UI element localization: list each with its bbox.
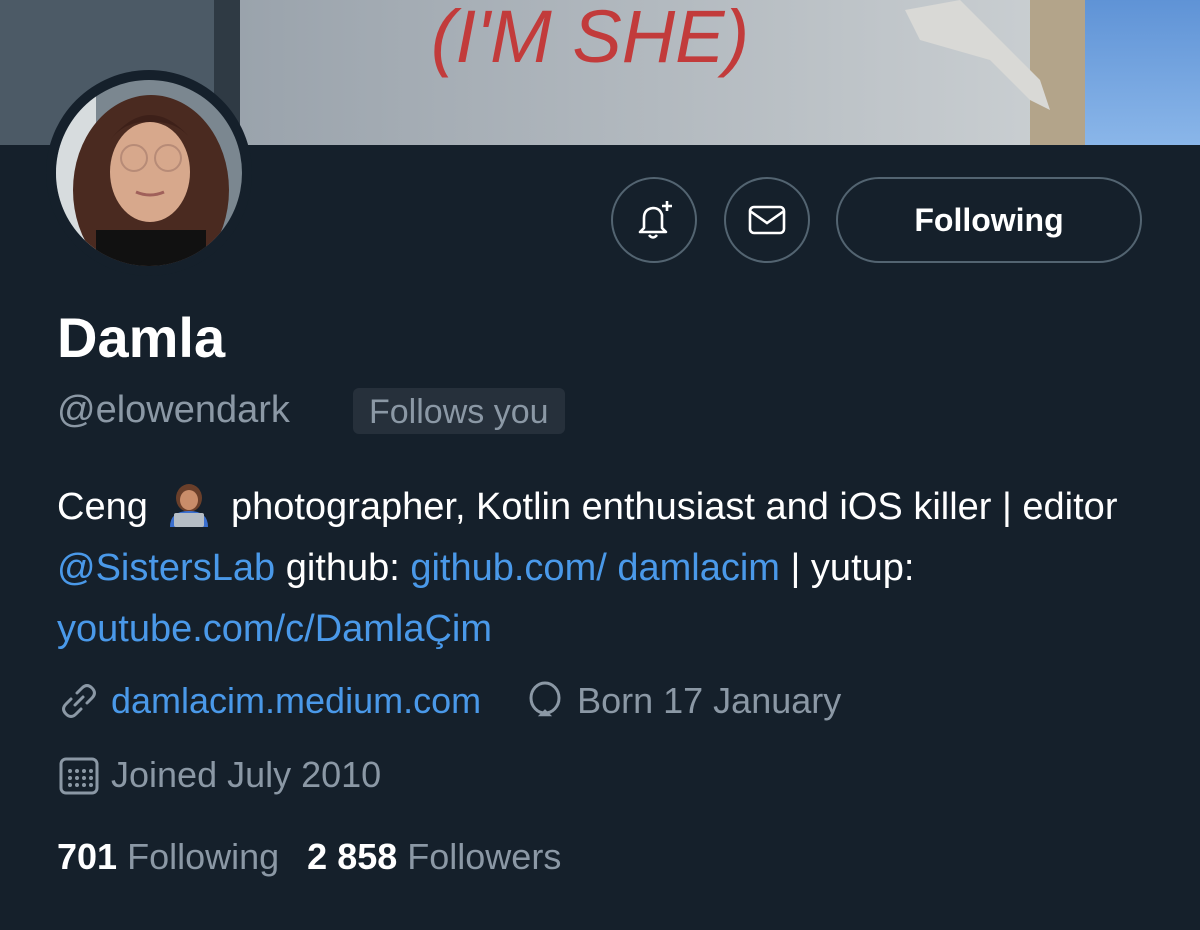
bell-plus-icon (638, 201, 672, 239)
follows-you-badge: Follows you (353, 388, 565, 434)
calendar-icon (59, 757, 99, 795)
bio-text: github: (285, 547, 400, 589)
username-handle: @elowendark (57, 389, 290, 431)
following-label: Following (127, 836, 280, 877)
youtube-link[interactable]: youtube.com/c/DamlaÇim (57, 608, 492, 650)
birthday-info: Born 17 January (523, 676, 841, 726)
followers-label: Followers (407, 836, 562, 877)
following-button[interactable]: Following (836, 177, 1142, 263)
github-link[interactable]: github.com/ damlacim (410, 547, 780, 589)
envelope-icon (748, 205, 786, 235)
bio-text: photographer, Kotlin enthusiast and iOS … (230, 486, 1118, 528)
following-count: 701 (57, 836, 118, 877)
woman-technologist-emoji (164, 481, 214, 527)
avatar[interactable] (46, 70, 252, 276)
following-count-link[interactable]: 701 Following (57, 832, 279, 882)
notify-button[interactable] (611, 177, 697, 263)
bio-text: Ceng (57, 486, 148, 528)
mention-link[interactable]: @SistersLab (57, 547, 275, 589)
followers-count-link[interactable]: 2 858 Followers (307, 832, 561, 882)
birthday-text: Born 17 January (577, 680, 842, 721)
display-name: Damla (57, 306, 226, 369)
banner-graffiti-text: (I'M SHE) (431, 0, 749, 78)
bio: Ceng photographer, Kotlin enthusiast and… (57, 477, 1167, 660)
website-link[interactable]: damlacim.medium.com (111, 676, 481, 726)
followers-count: 2 858 (307, 836, 398, 877)
link-icon (62, 684, 96, 718)
joined-info: Joined July 2010 (57, 750, 381, 800)
message-button[interactable] (724, 177, 810, 263)
joined-text: Joined July 2010 (111, 754, 382, 795)
bio-text: | yutup: (790, 547, 915, 589)
follow-stats: 701 Following 2 858 Followers (57, 832, 589, 882)
balloon-icon (529, 681, 561, 717)
profile-meta-row: damlacim.medium.com Born 17 January (57, 676, 841, 726)
